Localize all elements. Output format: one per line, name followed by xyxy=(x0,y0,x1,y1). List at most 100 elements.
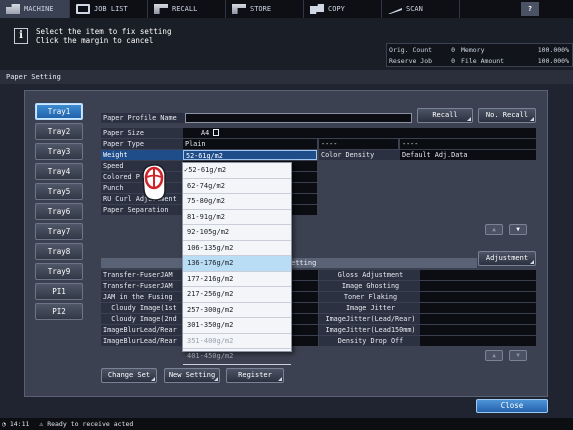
register-button[interactable]: Register xyxy=(226,368,284,383)
adj-right-item-6[interactable]: ImageJitter(Lead150mm) xyxy=(319,325,420,335)
adj-right-value-2 xyxy=(420,281,536,291)
paper-type-value[interactable]: Plain xyxy=(183,139,317,149)
adj-right-item-1[interactable]: Gloss Adjustment xyxy=(319,270,420,280)
weight-option[interactable]: 92-105g/m2 xyxy=(183,225,291,241)
adj-left-value-3 xyxy=(292,292,318,302)
adj-right-value-7 xyxy=(420,336,536,346)
dash-field-2: ---- xyxy=(400,139,536,149)
weight-value[interactable]: 52-61g/m2 xyxy=(183,150,317,160)
adj-left-value-2 xyxy=(292,281,318,291)
adj-right-value-5 xyxy=(420,314,536,324)
weight-option[interactable]: 62-74g/m2 xyxy=(183,179,291,194)
tab-scan[interactable]: SCAN xyxy=(382,0,460,18)
screen-title: Paper Setting xyxy=(0,70,573,84)
paper-separation-label: Paper Separation xyxy=(101,205,183,215)
help-button[interactable]: ? xyxy=(510,0,550,18)
adj-right-item-3[interactable]: Toner Flaking xyxy=(319,292,420,302)
status-row-2: Reserve Job 0 File Amount 100.000% xyxy=(387,55,572,66)
tray-button-6[interactable]: Tray6 xyxy=(35,203,83,220)
weight-option[interactable]: ✓52-61g/m2 xyxy=(183,163,291,179)
adj-left-item-1[interactable]: Transfer-FuserJAM xyxy=(101,270,185,280)
scroll-down-button-1[interactable]: ▼ xyxy=(509,224,527,235)
weight-option[interactable]: 257-300g/m2 xyxy=(183,303,291,318)
tray-button-3[interactable]: Tray3 xyxy=(35,143,83,160)
close-button[interactable]: Close xyxy=(476,399,548,413)
footer-status: Ready to receive acted xyxy=(47,420,134,428)
job-list-icon xyxy=(76,4,90,14)
weight-option[interactable]: 106-135g/m2 xyxy=(183,241,291,256)
tray-button-5[interactable]: Tray5 xyxy=(35,183,83,200)
status-panel: Orig. Count 0 Memory 100.000% Reserve Jo… xyxy=(386,43,573,67)
adj-right-item-4[interactable]: Image Jitter xyxy=(319,303,420,313)
color-density-label: Color Density xyxy=(319,150,400,160)
tab-store[interactable]: STORE xyxy=(226,0,304,18)
tab-recall[interactable]: RECALL xyxy=(148,0,226,18)
paper-profile-field[interactable] xyxy=(185,113,412,123)
no-recall-button[interactable]: No. Recall xyxy=(478,108,536,123)
adjustment-section-title: etting xyxy=(291,259,317,267)
color-density-value[interactable]: Default Adj.Data xyxy=(400,150,536,160)
adj-right-item-5[interactable]: ImageJitter(Lead/Rear) xyxy=(319,314,420,324)
help-icon: ? xyxy=(521,2,539,16)
weight-dropdown[interactable]: ✓52-61g/m2 62-74g/m2 75-80g/m2 81-91g/m2 92-… xyxy=(182,162,292,365)
tray-button-1[interactable]: Tray1 xyxy=(35,103,83,120)
adj-right-item-7[interactable]: Density Drop Off xyxy=(319,336,420,346)
scroll-up-button-2[interactable]: ▲ xyxy=(485,350,503,361)
dash-field-1: ---- xyxy=(319,139,398,149)
footer-time: 14:11 xyxy=(9,420,30,428)
weight-option[interactable]: 301-350g/m2 xyxy=(183,318,291,334)
tray-button-8[interactable]: Tray8 xyxy=(35,243,83,260)
tray-button-7[interactable]: Tray7 xyxy=(35,223,83,240)
tray-button-4[interactable]: Tray4 xyxy=(35,163,83,180)
paper-profile-label: Paper Profile Name xyxy=(101,113,185,123)
tab-job-list[interactable]: JOB LIST xyxy=(70,0,148,18)
adj-right-value-3 xyxy=(420,292,536,302)
status-footer: ◔ 14:11 ⚠ Ready to receive acted xyxy=(0,418,573,430)
info-icon: i xyxy=(14,28,28,44)
tab-job-list-label: JOB LIST xyxy=(94,5,128,13)
scroll-down-button-2[interactable]: ▼ xyxy=(509,350,527,361)
orig-count-label: Orig. Count xyxy=(389,45,433,54)
adj-right-item-2[interactable]: Image Ghosting xyxy=(319,281,420,291)
weight-option[interactable]: 217-256g/m2 xyxy=(183,287,291,303)
portrait-orientation-icon xyxy=(213,129,220,136)
file-amount-value: 100.000% xyxy=(537,56,569,65)
weight-option: 351-400g/m2 xyxy=(183,334,291,349)
memory-value: 100.000% xyxy=(537,45,569,54)
adj-left-value-7 xyxy=(292,336,318,346)
adj-left-item-6[interactable]: ImageBlurLead/Rear xyxy=(101,325,185,335)
tray-button-pi2[interactable]: PI2 xyxy=(35,303,83,320)
tray-button-9[interactable]: Tray9 xyxy=(35,263,83,280)
clock-icon: ◔ xyxy=(2,420,6,428)
adjustment-button[interactable]: Adjustment xyxy=(478,251,536,266)
weight-option[interactable]: 75-80g/m2 xyxy=(183,194,291,210)
tab-recall-label: RECALL xyxy=(172,5,198,13)
machine-icon xyxy=(6,4,20,14)
adj-left-item-7[interactable]: ImageBlurLead/Rear xyxy=(101,336,185,346)
adj-left-item-5[interactable]: Cloudy Image(2nd xyxy=(101,314,185,324)
weight-option[interactable]: 136-176g/m2 xyxy=(183,256,291,272)
weight-option[interactable]: 177-216g/m2 xyxy=(183,272,291,287)
adj-left-item-4[interactable]: Cloudy Image(1st xyxy=(101,303,185,313)
adj-left-item-2[interactable]: Transfer-FuserJAM xyxy=(101,281,185,291)
orig-count-value: 0 xyxy=(451,45,455,54)
adj-left-value-5 xyxy=(292,314,318,324)
tray-button-pi1[interactable]: PI1 xyxy=(35,283,83,300)
change-set-button[interactable]: Change Set xyxy=(101,368,157,383)
paper-size-value[interactable]: A4 xyxy=(183,128,536,138)
tab-spacer xyxy=(460,0,510,18)
tab-machine[interactable]: MACHINE xyxy=(0,0,70,18)
new-setting-button[interactable]: New Setting xyxy=(164,368,220,383)
message-text: Select the item to fix setting Click the… xyxy=(36,27,171,45)
message-line-2: Click the margin to cancel xyxy=(36,36,154,45)
weight-option-list: ✓52-61g/m2 62-74g/m2 75-80g/m2 81-91g/m2 92-… xyxy=(183,163,291,365)
tab-copy[interactable]: COPY xyxy=(304,0,382,18)
tab-store-label: STORE xyxy=(250,5,272,13)
recall-button[interactable]: Recall xyxy=(417,108,473,123)
adj-right-value-4 xyxy=(420,303,536,313)
scroll-up-button-1[interactable]: ▲ xyxy=(485,224,503,235)
tray-button-2[interactable]: Tray2 xyxy=(35,123,83,140)
store-icon xyxy=(232,4,246,14)
weight-option[interactable]: 81-91g/m2 xyxy=(183,210,291,225)
adj-left-item-3[interactable]: JAM in the Fusing xyxy=(101,292,185,302)
